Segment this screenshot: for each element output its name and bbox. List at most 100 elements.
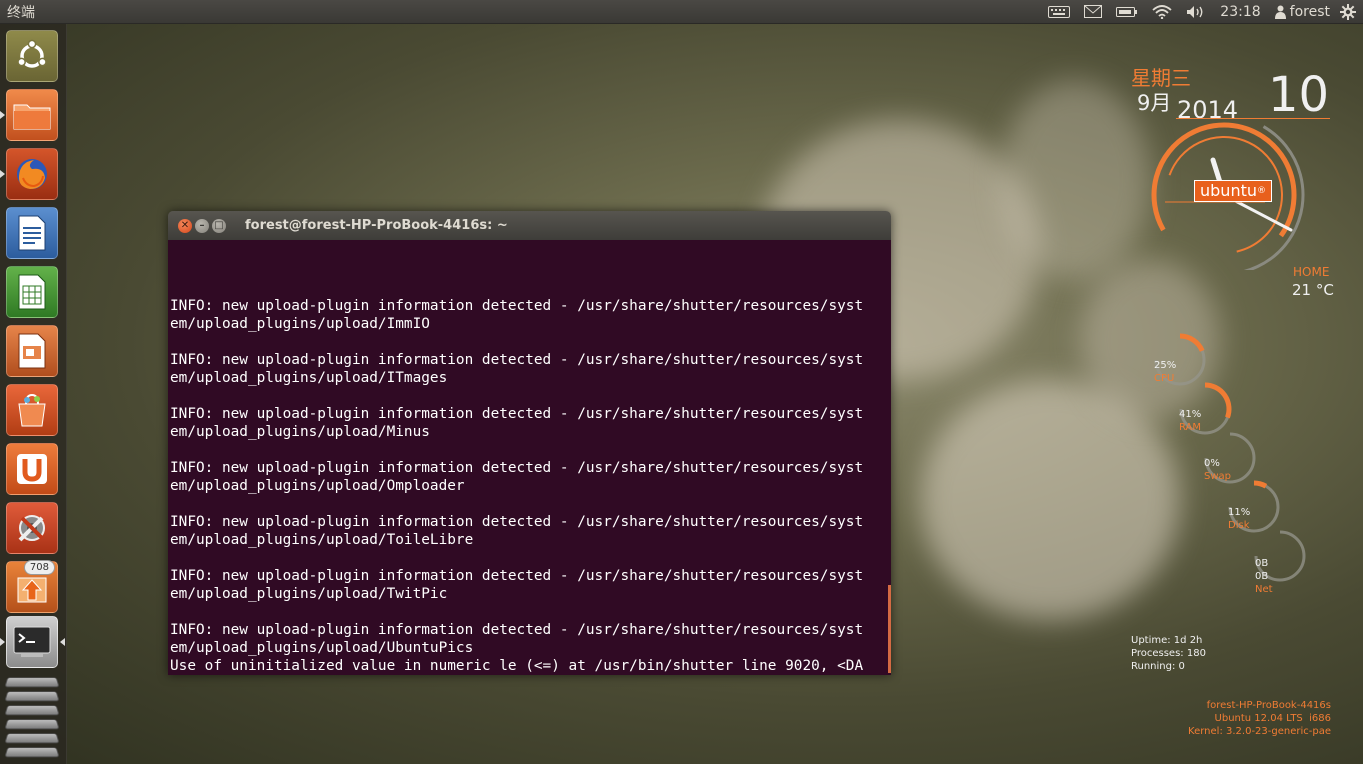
terminal-line: em/upload_plugins/upload/ToileLibre	[170, 532, 474, 548]
wallpaper-flower	[1000, 80, 1150, 280]
minimize-icon: –	[199, 219, 205, 231]
launcher-impress[interactable]	[6, 325, 58, 377]
month-label: 9月	[1137, 91, 1172, 115]
temperature-label: 21 °C	[1292, 281, 1334, 299]
terminal-line: em/upload_plugins/upload/UbuntuPics	[170, 640, 474, 656]
gauge-label-ram: RAM	[1179, 422, 1202, 433]
terminal-line: INFO: new upload-plugin information dete…	[170, 352, 864, 368]
update-arrow-icon	[17, 577, 47, 603]
gauge-label-disk: Disk	[1228, 520, 1250, 531]
terminal-window[interactable]: ✕ – □ forest@forest-HP-ProBook-4416s: ~ …	[168, 211, 891, 675]
launcher-collapsed-item[interactable]	[4, 691, 60, 702]
gear-icon[interactable]	[1333, 0, 1363, 24]
day-label: 10	[1268, 67, 1330, 123]
user-menu[interactable]: forest	[1268, 0, 1333, 24]
gauge-value-disk: 11%	[1228, 507, 1251, 518]
net-up-label: 0B	[1255, 571, 1269, 582]
folder-icon	[13, 104, 51, 130]
terminal-scrollbar[interactable]	[888, 585, 891, 673]
terminal-line: INFO: new upload-plugin information dete…	[170, 514, 864, 530]
gauge-label-cpu: CPU	[1154, 373, 1175, 384]
terminal-icon	[13, 626, 51, 657]
volume-icon[interactable]	[1179, 0, 1213, 24]
running-indicator	[0, 170, 5, 178]
ubuntu-one-icon	[17, 454, 47, 484]
launcher-writer[interactable]	[6, 207, 58, 259]
gauge-value-ram: 41%	[1179, 409, 1202, 420]
launcher-ubuntu-one[interactable]	[6, 443, 58, 495]
launcher-update-manager[interactable]: 708	[6, 560, 58, 613]
processes-label: Processes: 180	[1131, 648, 1206, 659]
indicator-area: 23:18 forest	[1041, 0, 1363, 24]
launcher-collapsed-item[interactable]	[4, 719, 60, 730]
date-underline	[1176, 118, 1330, 119]
minimize-button[interactable]: –	[195, 218, 209, 233]
spreadsheet-icon	[18, 274, 46, 310]
terminal-line: em/upload_plugins/upload/ImmIO	[170, 316, 430, 332]
settings-tools-icon	[18, 515, 45, 542]
launcher-collapsed-item[interactable]	[4, 733, 60, 744]
running-label: Running: 0	[1131, 661, 1185, 672]
clock-label[interactable]: 23:18	[1213, 0, 1267, 24]
shopping-bag-icon	[18, 393, 46, 427]
gauge-fill-ram	[1204, 382, 1232, 419]
terminal-line: INFO: new upload-plugin information dete…	[170, 460, 864, 476]
launcher-calc[interactable]	[6, 266, 58, 318]
user-icon	[1274, 5, 1286, 19]
terminal-line: INFO: new upload-plugin information dete…	[170, 622, 864, 638]
gauge-value-swap: 0%	[1204, 458, 1220, 469]
ubuntu-logo-icon	[17, 39, 47, 68]
terminal-output[interactable]: INFO: new upload-plugin information dete…	[168, 240, 891, 675]
launcher-dash-home[interactable]	[6, 30, 58, 82]
gauge-fill-disk	[1253, 480, 1268, 489]
launcher-software-center[interactable]	[6, 384, 58, 436]
kernel-label: Kernel: 3.2.0-23-generic-pae	[1188, 726, 1331, 737]
terminal-line: INFO: new upload-plugin information dete…	[170, 298, 864, 314]
user-name: forest	[1289, 3, 1330, 20]
hostname-label: forest-HP-ProBook-4416s	[1206, 700, 1331, 711]
launcher-files[interactable]	[6, 89, 58, 141]
launcher-collapsed-item[interactable]	[4, 705, 60, 716]
terminal-line: em/upload_plugins/upload/Omploader	[170, 478, 465, 494]
terminal-line: em/upload_plugins/upload/TwitPic	[170, 586, 448, 602]
battery-icon[interactable]	[1109, 0, 1145, 24]
launcher-system-settings[interactable]	[6, 502, 58, 554]
gauge-label-swap: Swap	[1204, 471, 1232, 482]
terminal-titlebar[interactable]: ✕ – □ forest@forest-HP-ProBook-4416s: ~	[168, 211, 891, 240]
wifi-icon[interactable]	[1145, 0, 1179, 24]
terminal-line: em/upload_plugins/upload/Minus	[170, 424, 430, 440]
terminal-title: forest@forest-HP-ProBook-4416s: ~	[245, 218, 508, 233]
gauge-value-cpu: 25%	[1154, 360, 1177, 371]
launcher-terminal[interactable]	[6, 616, 58, 668]
maximize-icon: □	[214, 219, 224, 231]
launcher-collapsed-item[interactable]	[4, 677, 60, 688]
maximize-button[interactable]: □	[212, 218, 226, 233]
launcher-firefox[interactable]	[6, 148, 58, 200]
keyboard-icon[interactable]	[1041, 0, 1077, 24]
launcher-collapsed-item[interactable]	[4, 747, 60, 758]
running-indicator	[0, 638, 5, 646]
top-panel: 终端 23:18 forest	[0, 0, 1363, 24]
focused-indicator	[60, 638, 65, 646]
launcher: 708	[0, 24, 67, 764]
firefox-icon	[17, 159, 47, 189]
uptime-label: Uptime: 1d 2h	[1131, 635, 1203, 646]
update-count-badge: 708	[23, 560, 55, 575]
net-down-label: 0B	[1255, 558, 1269, 569]
registered-icon: ®	[1257, 186, 1266, 196]
terminal-line: Use of uninitialized value in numeric le…	[170, 658, 864, 674]
terminal-line: em/upload_plugins/upload/ITmages	[170, 370, 448, 386]
clock-brand-label: ubuntu®	[1194, 180, 1272, 202]
os-label: Ubuntu 12.04 LTS i686	[1214, 713, 1331, 724]
close-button[interactable]: ✕	[178, 218, 192, 233]
mail-icon[interactable]	[1077, 0, 1109, 24]
net-label: Net	[1255, 584, 1273, 595]
terminal-line: INFO: new upload-plugin information dete…	[170, 406, 864, 422]
document-icon	[18, 215, 46, 251]
